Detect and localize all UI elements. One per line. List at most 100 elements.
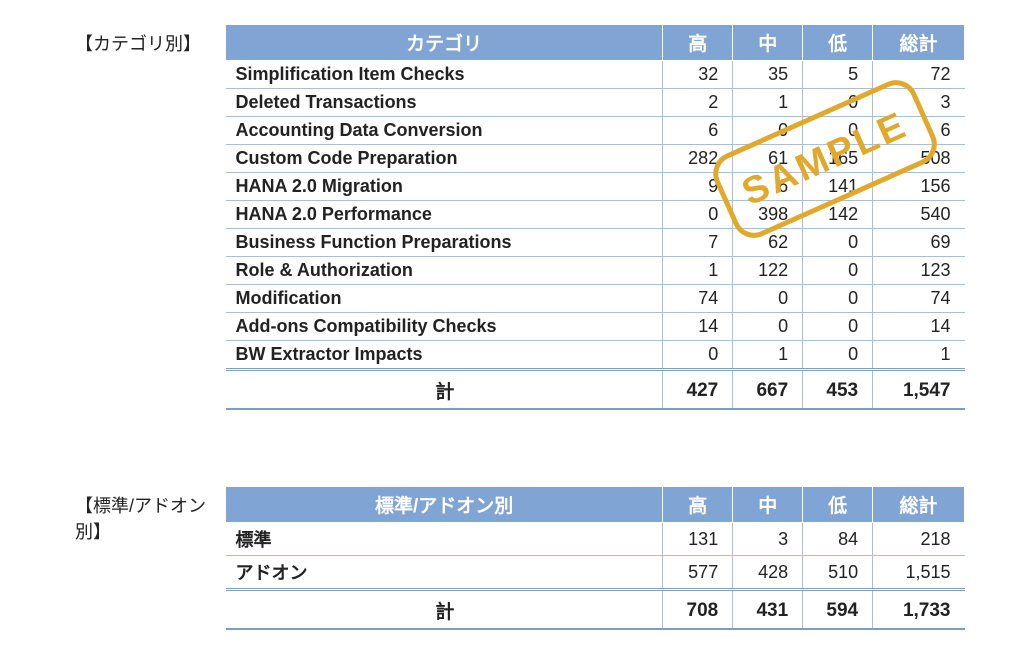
cell-category: アドオン xyxy=(226,556,663,590)
col-category: 標準/アドオン別 xyxy=(226,487,663,523)
cell-total: 540 xyxy=(873,201,965,229)
footer-label: 計 xyxy=(226,590,663,630)
cell-mid: 3 xyxy=(733,523,803,556)
col-total: 総計 xyxy=(873,487,965,523)
cell-high: 1 xyxy=(663,257,733,285)
table-row: アドオン5774285101,515 xyxy=(226,556,965,590)
cell-total: 74 xyxy=(873,285,965,313)
cell-category: Business Function Preparations xyxy=(226,229,663,257)
cell-mid: 1 xyxy=(733,89,803,117)
addon-table-footer: 計 708 431 594 1,733 xyxy=(226,590,965,630)
cell-low: 510 xyxy=(803,556,873,590)
cell-mid: 0 xyxy=(733,285,803,313)
cell-high: 282 xyxy=(663,145,733,173)
cell-low: 0 xyxy=(803,89,873,117)
cell-high: 7 xyxy=(663,229,733,257)
col-total: 総計 xyxy=(873,25,965,61)
category-section-label: 【カテゴリ別】 xyxy=(75,24,225,56)
cell-mid: 122 xyxy=(733,257,803,285)
cell-low: 0 xyxy=(803,229,873,257)
cell-low: 142 xyxy=(803,201,873,229)
addon-table-header: 標準/アドオン別 高 中 低 総計 xyxy=(226,487,965,523)
cell-total: 508 xyxy=(873,145,965,173)
cell-high: 131 xyxy=(663,523,733,556)
cell-low: 0 xyxy=(803,257,873,285)
cell-total: 72 xyxy=(873,61,965,89)
cell-low: 0 xyxy=(803,341,873,370)
cell-mid: 6 xyxy=(733,173,803,201)
cell-low: 0 xyxy=(803,313,873,341)
col-mid: 中 xyxy=(733,25,803,61)
table-row: Modification740074 xyxy=(226,285,965,313)
cell-mid: 35 xyxy=(733,61,803,89)
cell-mid: 398 xyxy=(733,201,803,229)
table-row: 標準131384218 xyxy=(226,523,965,556)
cell-total: 123 xyxy=(873,257,965,285)
cell-total: 1,515 xyxy=(873,556,965,590)
cell-total: 156 xyxy=(873,173,965,201)
table-row: HANA 2.0 Migration96141156 xyxy=(226,173,965,201)
cell-category: 標準 xyxy=(226,523,663,556)
cell-high: 2 xyxy=(663,89,733,117)
cell-mid: 62 xyxy=(733,229,803,257)
cell-mid: 61 xyxy=(733,145,803,173)
cell-total: 3 xyxy=(873,89,965,117)
cell-mid: 1 xyxy=(733,341,803,370)
cell-category: Simplification Item Checks xyxy=(226,61,663,89)
cell-mid: 0 xyxy=(733,117,803,145)
cell-total: 218 xyxy=(873,523,965,556)
table-row: Accounting Data Conversion6006 xyxy=(226,117,965,145)
table-row: Add-ons Compatibility Checks140014 xyxy=(226,313,965,341)
cell-low: 0 xyxy=(803,117,873,145)
cell-total: 6 xyxy=(873,117,965,145)
cell-low: 84 xyxy=(803,523,873,556)
cell-high: 9 xyxy=(663,173,733,201)
col-low: 低 xyxy=(803,25,873,61)
cell-high: 74 xyxy=(663,285,733,313)
col-low: 低 xyxy=(803,487,873,523)
cell-high: 14 xyxy=(663,313,733,341)
table-row: Business Function Preparations762069 xyxy=(226,229,965,257)
footer-high: 708 xyxy=(663,590,733,630)
addon-section-label: 【標準/アドオン別】 xyxy=(75,486,225,544)
category-table-footer: 計 427 667 453 1,547 xyxy=(226,370,965,410)
cell-category: Deleted Transactions xyxy=(226,89,663,117)
cell-category: Add-ons Compatibility Checks xyxy=(226,313,663,341)
footer-low: 453 xyxy=(803,370,873,410)
table-row: BW Extractor Impacts0101 xyxy=(226,341,965,370)
footer-label: 計 xyxy=(226,370,663,410)
cell-total: 14 xyxy=(873,313,965,341)
cell-total: 1 xyxy=(873,341,965,370)
footer-total: 1,547 xyxy=(873,370,965,410)
cell-low: 5 xyxy=(803,61,873,89)
footer-low: 594 xyxy=(803,590,873,630)
cell-high: 32 xyxy=(663,61,733,89)
cell-low: 0 xyxy=(803,285,873,313)
table-row: Deleted Transactions2103 xyxy=(226,89,965,117)
footer-high: 427 xyxy=(663,370,733,410)
col-mid: 中 xyxy=(733,487,803,523)
addon-table: 標準/アドオン別 高 中 低 総計 標準131384218アドオン5774285… xyxy=(225,486,965,630)
cell-category: BW Extractor Impacts xyxy=(226,341,663,370)
cell-low: 165 xyxy=(803,145,873,173)
table-row: Simplification Item Checks3235572 xyxy=(226,61,965,89)
category-table-header: カテゴリ 高 中 低 総計 xyxy=(226,25,965,61)
footer-mid: 667 xyxy=(733,370,803,410)
cell-category: Custom Code Preparation xyxy=(226,145,663,173)
col-category: カテゴリ xyxy=(226,25,663,61)
cell-low: 141 xyxy=(803,173,873,201)
category-section: 【カテゴリ別】 カテゴリ 高 中 低 総計 Simplification Ite… xyxy=(75,24,975,410)
col-high: 高 xyxy=(663,25,733,61)
footer-mid: 431 xyxy=(733,590,803,630)
cell-high: 0 xyxy=(663,201,733,229)
cell-high: 0 xyxy=(663,341,733,370)
cell-high: 577 xyxy=(663,556,733,590)
col-high: 高 xyxy=(663,487,733,523)
cell-category: HANA 2.0 Performance xyxy=(226,201,663,229)
cell-category: Accounting Data Conversion xyxy=(226,117,663,145)
table-row: Role & Authorization11220123 xyxy=(226,257,965,285)
cell-category: Role & Authorization xyxy=(226,257,663,285)
cell-mid: 0 xyxy=(733,313,803,341)
table-row: Custom Code Preparation28261165508 xyxy=(226,145,965,173)
addon-section: 【標準/アドオン別】 標準/アドオン別 高 中 低 総計 標準131384218… xyxy=(75,486,975,630)
